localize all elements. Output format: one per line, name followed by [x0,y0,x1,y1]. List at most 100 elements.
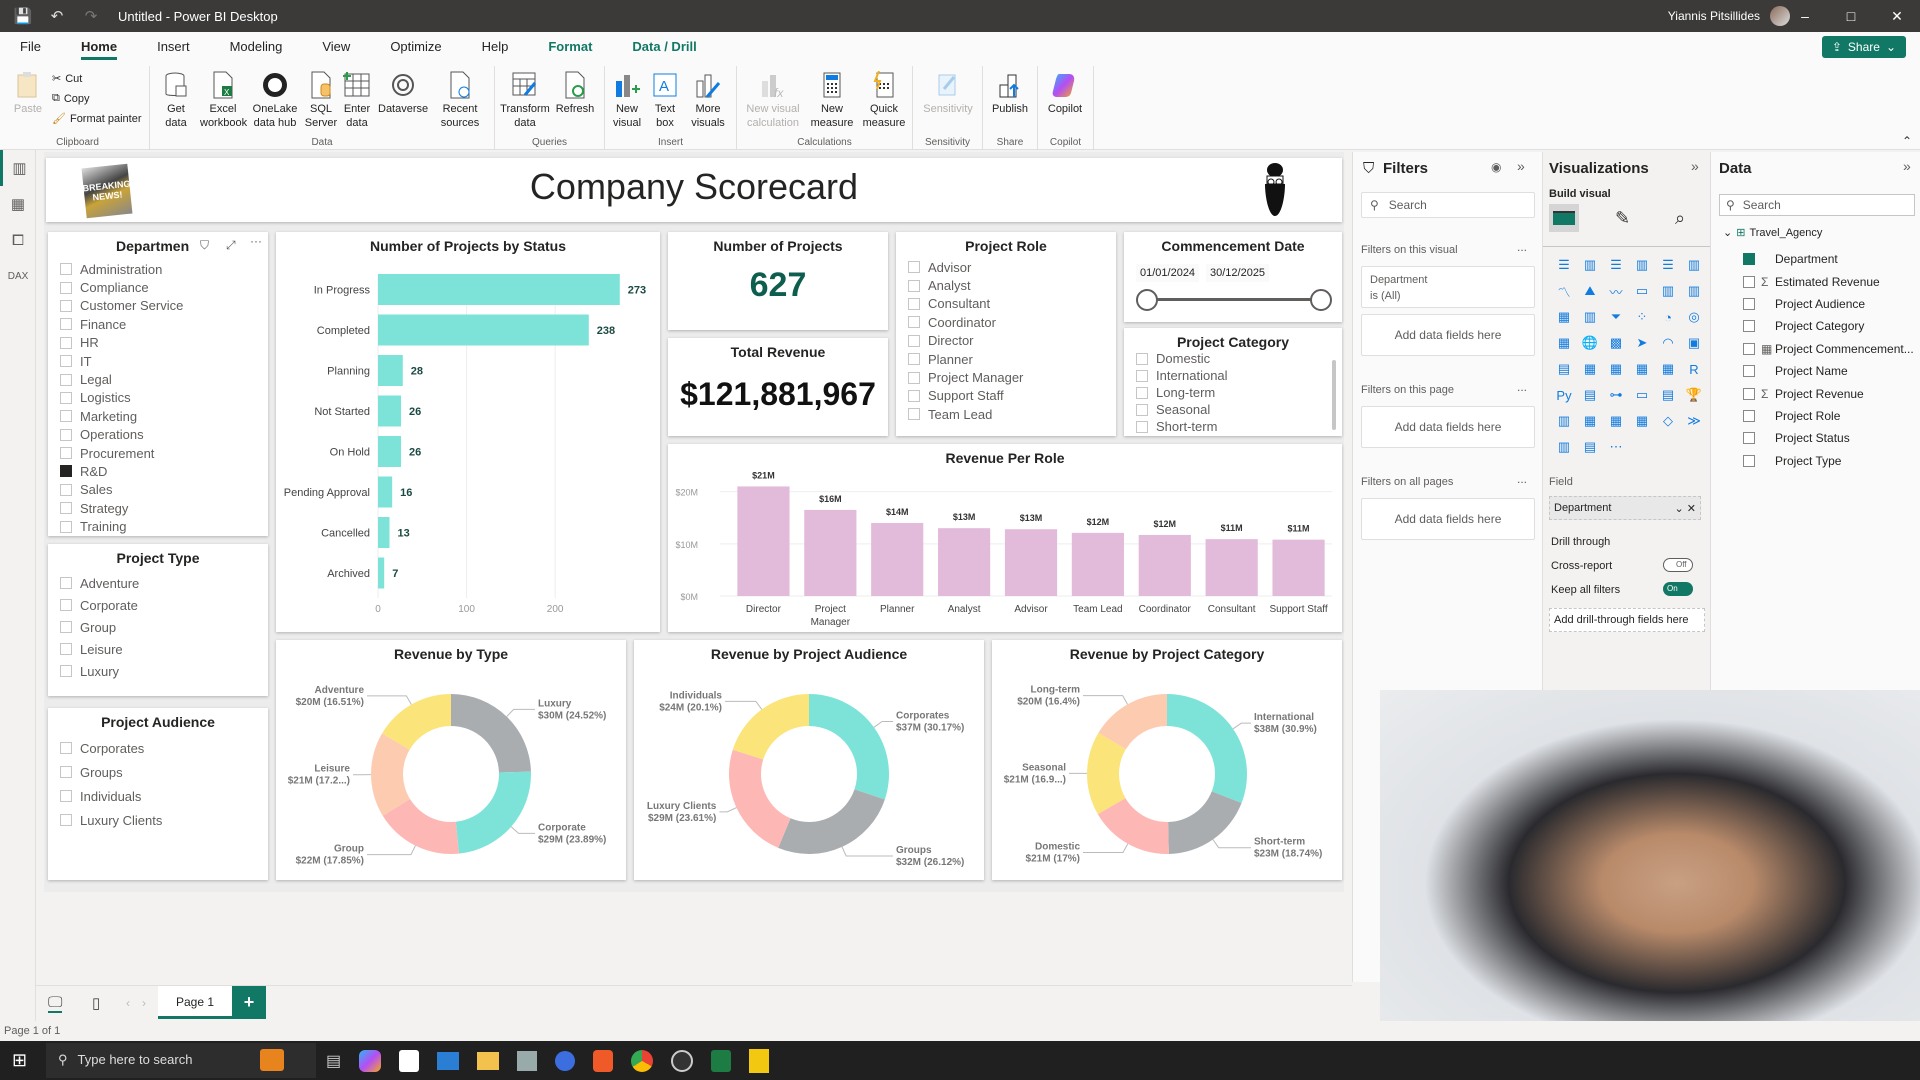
enter-data-button[interactable]: Enter data [340,70,374,130]
slicer-item[interactable]: Director [896,332,1116,350]
treemap-icon[interactable]: ▦ [1551,330,1577,356]
checkbox[interactable] [60,621,72,633]
metrics-icon[interactable]: ▦ [1629,408,1655,434]
undo-icon[interactable]: ↶ [46,5,68,27]
checkbox[interactable] [908,408,920,421]
checkbox[interactable] [1743,432,1755,445]
briefcase-icon[interactable] [260,1049,284,1071]
more-options-icon[interactable]: ... [1517,380,1527,394]
tab-format[interactable]: Format [528,32,612,62]
checkbox[interactable] [60,447,72,460]
checkbox[interactable] [1136,369,1148,382]
card-icon[interactable]: ▣ [1681,330,1707,356]
next-page-icon[interactable]: › [142,996,146,1010]
filter-icon[interactable]: ⛉ [200,238,209,253]
slicer-item[interactable]: Operations [48,426,268,444]
data-field[interactable]: Project Audience [1711,293,1920,315]
checkbox[interactable] [908,261,920,274]
scatter-icon[interactable]: ⁘ [1629,304,1655,330]
dataverse-button[interactable]: Dataverse [378,70,428,116]
revenue-by-type-chart[interactable]: Revenue by Type Luxury $30M (24.52%) Corpo… [276,640,626,880]
slicer-item[interactable]: Luxury Clients [48,808,268,832]
slicer-item[interactable]: Corporate [48,594,268,616]
slicer-item[interactable]: Corporates [48,736,268,760]
file-explorer-icon[interactable] [477,1051,500,1070]
new-visual-calculation-button[interactable]: fx New visual calculation [741,70,805,130]
data-field[interactable]: Department [1711,248,1920,270]
stacked-area-icon[interactable]: 〰 [1603,278,1629,304]
smart-narrative-icon[interactable]: ◇ [1655,408,1681,434]
paginated-icon[interactable]: ▥ [1551,408,1577,434]
new-slicer-icon[interactable]: ▤ [1577,434,1603,460]
bing-icon[interactable] [555,1050,576,1071]
table-view-icon[interactable]: ▦ [0,186,36,222]
checkbox[interactable] [60,373,72,386]
focus-mode-icon[interactable]: ⤢ [226,238,236,253]
tab-modeling[interactable]: Modeling [210,32,303,62]
dax-query-view-icon[interactable]: DAX [0,258,36,294]
tab-data-drill[interactable]: Data / Drill [612,32,716,62]
tab-help[interactable]: Help [462,32,529,62]
checkbox[interactable] [1743,454,1755,467]
filled-map-icon[interactable]: ▩ [1603,330,1629,356]
new-card-icon[interactable]: ▥ [1551,434,1577,460]
add-drill-through-dropzone[interactable]: Add drill-through fields here [1549,608,1705,632]
checkbox[interactable] [1743,365,1755,378]
revenue-per-role-chart[interactable]: Revenue Per Role $0M $10M $20M $21M Director… [668,444,1342,632]
slicer-item[interactable]: Project Manager [896,368,1116,386]
tab-file[interactable]: File [0,32,61,62]
checkbox[interactable] [60,318,72,331]
copy-button[interactable]: ⧉ Copy [52,92,90,105]
field-chevron-close-icons[interactable]: ⌄ ✕ [1675,502,1697,515]
slicer-item[interactable]: Support Staff [896,387,1116,405]
sensitivity-button[interactable]: Sensitivity [917,70,979,116]
checkbox[interactable] [60,502,72,515]
checkbox[interactable] [60,410,72,423]
mobile-layout-icon[interactable]: ▯ [92,994,100,1012]
stacked-bar-icon[interactable]: ☰ [1551,252,1577,278]
brave-icon[interactable] [593,1049,614,1072]
tab-home[interactable]: Home [61,32,137,62]
prev-page-icon[interactable]: ‹ [126,996,130,1010]
slicer-item[interactable]: Marketing [48,407,268,425]
slicer-item[interactable]: Planner [896,350,1116,368]
share-button[interactable]: ⇪ Share ⌄ [1821,36,1906,58]
multi-row-card-icon[interactable]: ▤ [1551,356,1577,382]
checkbox[interactable] [60,391,72,404]
new-visual-button[interactable]: New visual [609,70,645,130]
maximize-button[interactable]: □ [1828,0,1874,32]
data-field[interactable]: ▦ Project Commencement... [1711,338,1920,360]
kpi-icon[interactable]: ▦ [1577,356,1603,382]
onelake-button[interactable]: OneLake data hub [250,70,300,130]
copilot-button[interactable]: Copilot [1042,70,1088,116]
start-date-input[interactable]: 01/01/2024 [1136,264,1200,282]
slicer-item[interactable]: Compliance [48,278,268,296]
tab-optimize[interactable]: Optimize [370,32,461,62]
checkbox[interactable] [1743,275,1755,288]
desktop-layout-icon[interactable]: 🖵 [48,994,63,1013]
narrative-icon[interactable]: ▤ [1655,382,1681,408]
close-button[interactable]: ✕ [1874,0,1920,32]
slicer-item[interactable]: HR [48,334,268,352]
slicer-item[interactable]: Adventure [48,572,268,594]
slicer-item[interactable]: Luxury [48,660,268,682]
slicer-item[interactable]: Strategy [48,499,268,517]
area-icon[interactable]: ⛰ [1577,278,1603,304]
checkbox[interactable] [1743,387,1755,400]
checkbox[interactable] [1136,403,1148,416]
clustered-bar-icon[interactable]: ☰ [1603,252,1629,278]
r-visual-icon[interactable]: R [1681,356,1707,382]
checkbox[interactable] [1136,420,1148,433]
checkbox[interactable] [908,279,920,292]
goals-icon[interactable]: 🏆 [1681,382,1707,408]
data-field[interactable]: Project Role [1711,405,1920,427]
projects-by-status-chart[interactable]: Number of Projects by Status 0 100 200 In P… [276,232,660,632]
analytics-tab[interactable]: ⌕ [1675,208,1685,229]
slicer-item[interactable]: Advisor [896,258,1116,276]
collapse-filters-icon[interactable]: » [1517,158,1525,174]
checkbox[interactable] [60,665,72,677]
model-view-icon[interactable]: ⧠ [0,222,36,258]
checkbox[interactable] [60,790,72,802]
slicer-item[interactable]: Procurement [48,444,268,462]
sparkline-icon[interactable]: ≫ [1681,408,1707,434]
